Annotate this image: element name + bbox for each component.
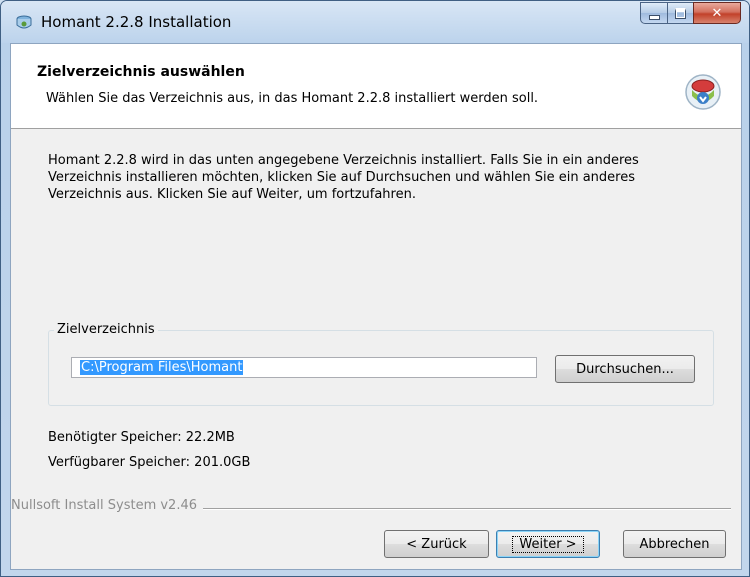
maximize-button[interactable] xyxy=(667,2,693,24)
page-header: Zielverzeichnis auswählen Wählen Sie das… xyxy=(11,44,741,129)
destination-path-value: C:\Program Files\Homant xyxy=(80,360,244,375)
next-button[interactable]: Weiter > xyxy=(496,530,600,558)
next-button-label: Weiter > xyxy=(512,535,584,553)
minimize-icon xyxy=(648,14,660,20)
caption-buttons: ✕ xyxy=(640,2,741,24)
close-icon: ✕ xyxy=(711,5,723,21)
cancel-button[interactable]: Abbrechen xyxy=(623,530,726,558)
maximize-icon xyxy=(675,7,686,19)
install-disc-icon xyxy=(685,74,721,110)
window-title: Homant 2.2.8 Installation xyxy=(41,13,232,31)
dialog-client-area: Zielverzeichnis auswählen Wählen Sie das… xyxy=(10,43,742,570)
installer-icon xyxy=(16,15,32,29)
browse-button[interactable]: Durchsuchen... xyxy=(555,355,695,383)
minimize-button[interactable] xyxy=(640,2,667,24)
title-bar[interactable]: Homant 2.2.8 Installation ✕ xyxy=(1,1,749,43)
destination-path-input[interactable]: C:\Program Files\Homant xyxy=(71,357,537,378)
nsis-branding: Nullsoft Install System v2.46 xyxy=(11,498,204,513)
description-text: Homant 2.2.8 wird in das unten angegeben… xyxy=(48,153,639,202)
destination-group-label: Zielverzeichnis xyxy=(54,322,158,337)
back-button[interactable]: < Zurück xyxy=(384,530,489,558)
page-subtitle: Wählen Sie das Verzeichnis aus, in das H… xyxy=(46,91,539,106)
destination-groupbox: Zielverzeichnis C:\Program Files\Homant … xyxy=(48,322,714,406)
installer-window: Homant 2.2.8 Installation ✕ Zielverzeich… xyxy=(0,0,750,577)
page-title: Zielverzeichnis auswählen xyxy=(37,64,245,80)
space-available-text: Verfügbarer Speicher: 201.0GB xyxy=(48,455,251,470)
space-required-text: Benötigter Speicher: 22.2MB xyxy=(48,430,235,445)
close-button[interactable]: ✕ xyxy=(693,2,741,24)
